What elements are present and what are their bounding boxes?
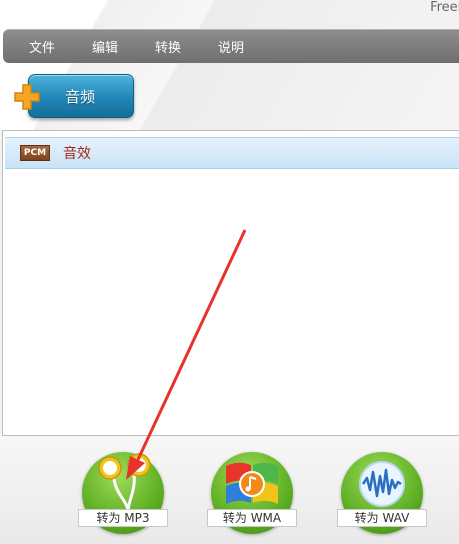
- app-logo-icon: [23, 0, 67, 26]
- menu-help[interactable]: 说明: [218, 37, 244, 56]
- windows-media-icon: [226, 462, 278, 504]
- list-item-name: 音效: [63, 146, 91, 162]
- convert-mp3-label: 转为 MP3: [78, 509, 168, 527]
- plus-icon: [14, 84, 40, 110]
- convert-wma-button[interactable]: 转为 WMA: [207, 448, 297, 538]
- add-audio-label: 音频: [65, 88, 96, 106]
- pcm-format-icon: PCM: [20, 145, 50, 161]
- convert-wav-button[interactable]: 转为 WAV: [337, 448, 427, 538]
- menu-file[interactable]: 文件: [29, 37, 55, 56]
- app-title: Freer: [430, 0, 459, 15]
- convert-mp3-button[interactable]: 转为 MP3: [78, 448, 168, 538]
- menu-edit[interactable]: 编辑: [92, 37, 118, 56]
- add-audio-button[interactable]: 音频: [12, 73, 136, 119]
- menu-bar: 文件 编辑 转换 说明: [3, 29, 459, 63]
- convert-wav-label: 转为 WAV: [337, 509, 427, 527]
- earphones-icon: [98, 453, 151, 512]
- menu-convert[interactable]: 转换: [155, 37, 181, 56]
- file-list[interactable]: PCM 音效: [2, 130, 459, 436]
- list-item[interactable]: PCM 音效: [5, 137, 459, 169]
- convert-wma-label: 转为 WMA: [207, 509, 297, 527]
- waveform-icon: [359, 461, 405, 507]
